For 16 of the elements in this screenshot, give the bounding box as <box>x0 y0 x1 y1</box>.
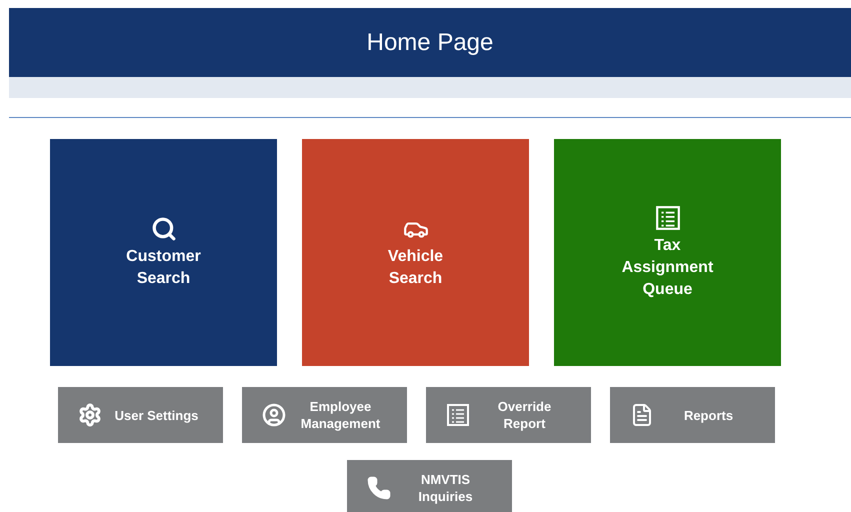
list-icon <box>446 403 470 427</box>
document-icon <box>630 403 654 427</box>
page-title: Home Page <box>366 28 494 58</box>
gear-icon <box>78 403 102 427</box>
tile-button[interactable]: Customer Search <box>50 139 277 366</box>
phone-icon <box>367 476 391 500</box>
nav-button[interactable]: NMVTIS Inquiries <box>347 460 512 512</box>
nav-button[interactable]: Employee Management <box>242 387 407 443</box>
nav-button[interactable]: Reports <box>610 387 775 443</box>
list-icon <box>654 204 680 230</box>
search-icon <box>150 216 176 242</box>
user-icon <box>262 403 286 427</box>
tile-button[interactable]: Tax Assignment Queue <box>554 139 781 366</box>
nav-button[interactable]: User Settings <box>58 387 223 443</box>
nav-button[interactable]: Override Report <box>426 387 591 443</box>
tile-button[interactable]: Vehicle Search <box>302 139 529 366</box>
